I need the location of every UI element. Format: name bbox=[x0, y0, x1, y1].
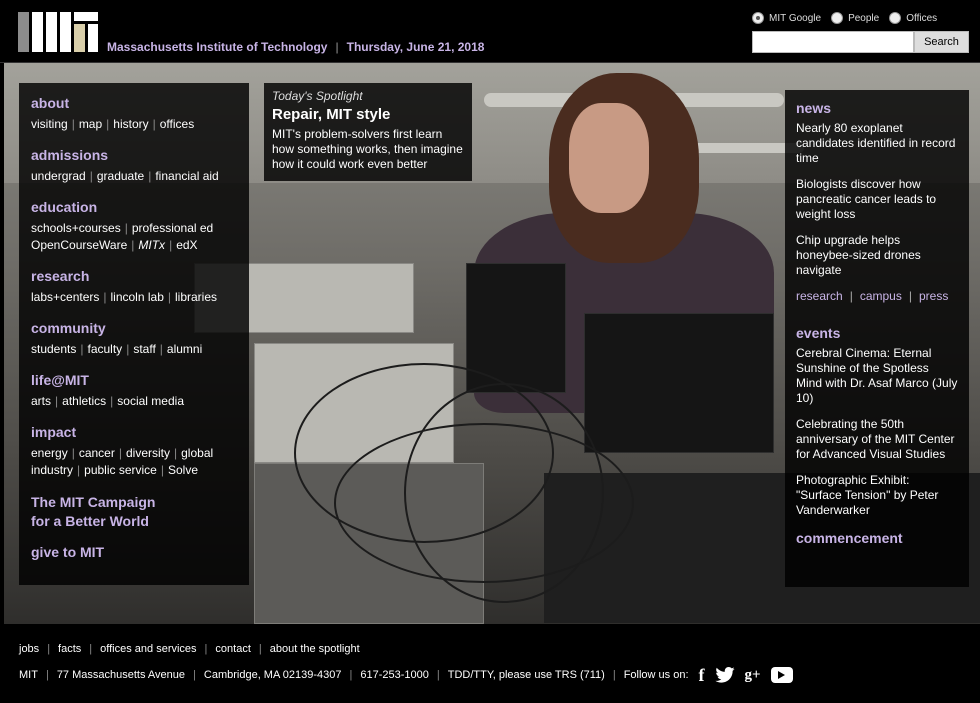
give-to-mit-link[interactable]: give to MIT bbox=[31, 543, 237, 562]
nav-link[interactable]: professional ed bbox=[132, 221, 213, 235]
nav-section-education: education schools+courses | professional e… bbox=[31, 199, 237, 254]
nav-link[interactable]: labs+centers bbox=[31, 290, 99, 304]
spotlight-description: MIT's problem-solvers first learn how so… bbox=[272, 127, 463, 171]
nav-section-impact: impact energy | cancer | diversity | global in… bbox=[31, 424, 237, 479]
mit-logo[interactable] bbox=[18, 12, 98, 52]
footer-link-about-spotlight[interactable]: about the spotlight bbox=[270, 643, 360, 655]
google-plus-icon[interactable]: g+ bbox=[745, 666, 761, 684]
nav-link[interactable]: undergrad bbox=[31, 169, 86, 183]
footer-tdd: TDD/TTY, please use TRS (711) bbox=[447, 669, 605, 681]
nav-link[interactable]: MITx bbox=[138, 238, 165, 252]
radio-button-icon[interactable] bbox=[889, 12, 902, 24]
nav-section-admissions: admissions undergrad | graduate | financial … bbox=[31, 147, 237, 185]
event-item[interactable]: Celebrating the 50th anniversary of the … bbox=[796, 417, 958, 462]
nav-link[interactable]: visiting bbox=[31, 117, 68, 131]
search-button[interactable]: Search bbox=[914, 31, 969, 53]
events-heading[interactable]: events bbox=[796, 325, 958, 341]
nav-link[interactable]: industry bbox=[31, 463, 73, 477]
nav-heading-about[interactable]: about bbox=[31, 95, 237, 111]
nav-link[interactable]: social media bbox=[117, 394, 184, 408]
spotlight-title[interactable]: Repair, MIT style bbox=[272, 106, 464, 123]
footer-address: 77 Massachusetts Avenue bbox=[56, 669, 186, 681]
footer-links: jobs | facts | offices and services | conta… bbox=[19, 643, 360, 655]
news-item[interactable]: Nearly 80 exoplanet candidates identifie… bbox=[796, 121, 958, 166]
nav-link[interactable]: schools+courses bbox=[31, 221, 121, 235]
nav-link[interactable]: students bbox=[31, 342, 76, 356]
news-heading[interactable]: news bbox=[796, 100, 958, 116]
social-links: f g+ bbox=[699, 665, 793, 685]
spotlight-caption[interactable]: Today's Spotlight Repair, MIT style MIT'… bbox=[264, 83, 472, 181]
twitter-icon[interactable] bbox=[714, 666, 735, 684]
news-link-campus[interactable]: campus bbox=[860, 289, 902, 303]
news-item[interactable]: Chip upgrade helps honeybee-sized drones… bbox=[796, 233, 958, 278]
facebook-icon[interactable]: f bbox=[699, 665, 705, 685]
nav-link[interactable]: OpenCourseWare bbox=[31, 238, 127, 252]
radio-people[interactable]: People bbox=[831, 12, 879, 24]
nav-link[interactable]: public service bbox=[84, 463, 157, 477]
radio-button-icon[interactable] bbox=[831, 12, 844, 24]
nav-section-about: about visiting | map | history | offices bbox=[31, 95, 237, 133]
footer-link-offices[interactable]: offices and services bbox=[100, 643, 196, 655]
nav-link[interactable]: edX bbox=[176, 238, 197, 252]
nav-heading-community[interactable]: community bbox=[31, 320, 237, 336]
radio-button-icon[interactable] bbox=[752, 12, 764, 24]
event-item[interactable]: Photographic Exhibit: "Surface Tension" … bbox=[796, 473, 958, 518]
news-link-research[interactable]: research bbox=[796, 289, 843, 303]
institute-name[interactable]: Massachusetts Institute of Technology bbox=[107, 40, 327, 54]
footer-link-contact[interactable]: contact bbox=[215, 643, 250, 655]
radio-offices[interactable]: Offices bbox=[889, 12, 937, 24]
footer-mit-link[interactable]: MIT bbox=[19, 669, 38, 681]
footer-city: Cambridge, MA 02139-4307 bbox=[203, 669, 342, 681]
nav-heading-education[interactable]: education bbox=[31, 199, 237, 215]
nav-link[interactable]: offices bbox=[160, 117, 194, 131]
nav-link[interactable]: lincoln lab bbox=[111, 290, 164, 304]
nav-section-research: research labs+centers | lincoln lab | librar… bbox=[31, 268, 237, 306]
nav-link[interactable]: energy bbox=[31, 446, 68, 460]
site-header: Massachusetts Institute of Technology | Th… bbox=[0, 0, 980, 63]
campaign-link-line1[interactable]: The MIT Campaign bbox=[31, 493, 237, 512]
commencement-heading[interactable]: commencement bbox=[796, 530, 958, 546]
nav-heading-admissions[interactable]: admissions bbox=[31, 147, 237, 163]
nav-section-community: community students | faculty | staff | alumni bbox=[31, 320, 237, 358]
news-item[interactable]: Biologists discover how pancreatic cance… bbox=[796, 177, 958, 222]
follow-us-label: Follow us on: bbox=[623, 669, 689, 681]
nav-link[interactable]: history bbox=[113, 117, 148, 131]
main-navigation: about visiting | map | history | offices admis… bbox=[19, 83, 249, 585]
footer-link-facts[interactable]: facts bbox=[58, 643, 81, 655]
nav-link[interactable]: alumni bbox=[167, 342, 202, 356]
footer-contact: MIT | 77 Massachusetts Avenue | Cambridge,… bbox=[19, 665, 793, 685]
nav-link[interactable]: Solve bbox=[168, 463, 198, 477]
nav-heading-research[interactable]: research bbox=[31, 268, 237, 284]
event-item[interactable]: Cerebral Cinema: Eternal Sunshine of the… bbox=[796, 346, 958, 406]
nav-link[interactable]: arts bbox=[31, 394, 51, 408]
footer-link-jobs[interactable]: jobs bbox=[19, 643, 39, 655]
campaign-link-line2[interactable]: for a Better World bbox=[31, 512, 237, 531]
news-category-links: research | campus | press bbox=[796, 289, 949, 303]
nav-link[interactable]: athletics bbox=[62, 394, 106, 408]
nav-link[interactable]: libraries bbox=[175, 290, 217, 304]
site-footer: jobs | facts | offices and services | conta… bbox=[4, 624, 980, 703]
search-input[interactable] bbox=[752, 31, 914, 53]
nav-heading-life[interactable]: life@MIT bbox=[31, 372, 237, 388]
nav-link[interactable]: staff bbox=[133, 342, 155, 356]
radio-mit-google[interactable]: MIT Google bbox=[752, 12, 821, 24]
current-date: Thursday, June 21, 2018 bbox=[346, 40, 485, 54]
nav-link[interactable]: financial aid bbox=[155, 169, 218, 183]
nav-link[interactable]: faculty bbox=[88, 342, 123, 356]
spotlight-label: Today's Spotlight bbox=[272, 89, 363, 103]
nav-section-life: life@MIT arts | athletics | social media bbox=[31, 372, 237, 410]
search-scope: MIT Google People Offices bbox=[752, 12, 937, 24]
youtube-icon[interactable] bbox=[770, 667, 793, 683]
news-events-panel: news Nearly 80 exoplanet candidates iden… bbox=[785, 90, 969, 587]
footer-phone: 617-253-1000 bbox=[360, 669, 429, 681]
nav-link[interactable]: global bbox=[181, 446, 213, 460]
news-link-press[interactable]: press bbox=[919, 289, 948, 303]
nav-link[interactable]: graduate bbox=[97, 169, 144, 183]
nav-link[interactable]: map bbox=[79, 117, 102, 131]
nav-link[interactable]: cancer bbox=[79, 446, 115, 460]
nav-heading-impact[interactable]: impact bbox=[31, 424, 237, 440]
institute-line: Massachusetts Institute of Technology | Th… bbox=[107, 40, 485, 54]
nav-link[interactable]: diversity bbox=[126, 446, 170, 460]
